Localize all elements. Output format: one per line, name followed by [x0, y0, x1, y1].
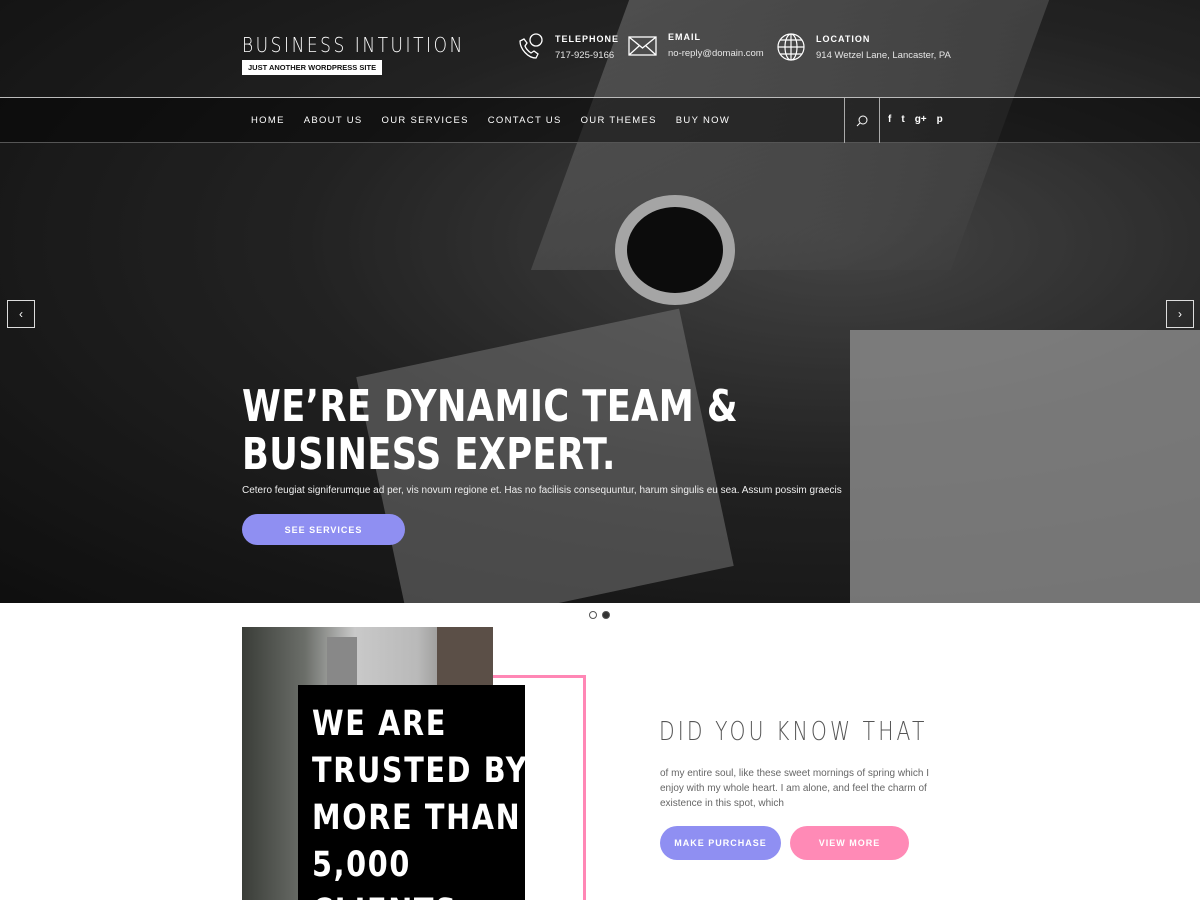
contact-email: EMAIL no-reply@domain.com — [628, 32, 764, 59]
social-links: f t g+ p — [888, 114, 943, 125]
section-title: DID YOU KNOW THAT — [659, 717, 928, 747]
view-more-button[interactable]: VIEW MORE — [790, 826, 909, 860]
hero-subtext: Cetero feugiat signiferumque ad per, vis… — [242, 485, 842, 496]
trusted-box: WE ARE TRUSTED BY MORE THAN 5,000 CLIENT… — [298, 685, 525, 900]
slider-prev-button[interactable]: ‹ — [7, 300, 35, 328]
slider-dots — [589, 611, 610, 619]
contact-value: 717-925-9166 — [555, 49, 615, 61]
slider-dot-active[interactable] — [602, 611, 610, 619]
pinterest-icon[interactable]: p — [937, 114, 943, 125]
hero-headline-line: WE’RE DYNAMIC TEAM & — [242, 381, 738, 432]
contact-telephone: TELEPHONE 717-925-9166 — [515, 32, 619, 62]
search-button[interactable] — [844, 98, 880, 143]
nav-buy-now[interactable]: BUY NOW — [676, 115, 730, 126]
contact-title: TELEPHONE — [555, 33, 620, 44]
hero-overlay — [0, 0, 1200, 603]
make-purchase-button[interactable]: MAKE PURCHASE — [660, 826, 781, 860]
nav-contact-us[interactable]: CONTACT US — [488, 115, 562, 126]
section-text: of my entire soul, like these sweet morn… — [660, 768, 930, 809]
nav-about-us[interactable]: ABOUT US — [304, 115, 363, 126]
site-name[interactable]: BUSINESS INTUITION — [242, 33, 465, 57]
google-plus-icon[interactable]: g+ — [915, 114, 927, 125]
trusted-line: 5,000 — [312, 845, 411, 885]
contact-location: LOCATION 914 Wetzel Lane, Lancaster, PA — [776, 32, 951, 62]
hero-slider — [0, 0, 1200, 603]
hero-headline: WE’RE DYNAMIC TEAM & BUSINESS EXPERT. — [242, 383, 882, 479]
globe-icon — [777, 33, 805, 61]
envelope-icon — [628, 35, 657, 56]
contact-value: no-reply@domain.com — [668, 48, 764, 59]
site-brand[interactable]: BUSINESS INTUITION JUST ANOTHER WORDPRES… — [242, 33, 504, 75]
search-icon — [856, 115, 868, 126]
trusted-line: MORE THAN — [312, 798, 522, 838]
slider-dot[interactable] — [589, 611, 597, 619]
twitter-icon[interactable]: t — [901, 114, 904, 125]
trusted-line: CLIENTS — [312, 889, 475, 900]
nav-our-services[interactable]: OUR SERVICES — [382, 115, 469, 126]
main-nav: HOME ABOUT US OUR SERVICES CONTACT US OU… — [0, 97, 1200, 143]
see-services-button[interactable]: SEE SERVICES — [242, 514, 405, 545]
contact-title: EMAIL — [668, 32, 701, 42]
phone-chat-icon — [519, 33, 543, 59]
contact-title: LOCATION — [816, 33, 871, 44]
site-tagline: JUST ANOTHER WORDPRESS SITE — [242, 60, 383, 75]
facebook-icon[interactable]: f — [888, 114, 891, 125]
trusted-line: TRUSTED BY — [312, 751, 525, 791]
hero-headline-line: BUSINESS EXPERT. — [242, 429, 616, 480]
nav-our-themes[interactable]: OUR THEMES — [581, 115, 657, 126]
trusted-line: WE ARE — [312, 704, 448, 744]
slider-next-button[interactable]: › — [1166, 300, 1194, 328]
contact-value: 914 Wetzel Lane, Lancaster, PA — [816, 49, 951, 61]
nav-home[interactable]: HOME — [251, 115, 285, 126]
